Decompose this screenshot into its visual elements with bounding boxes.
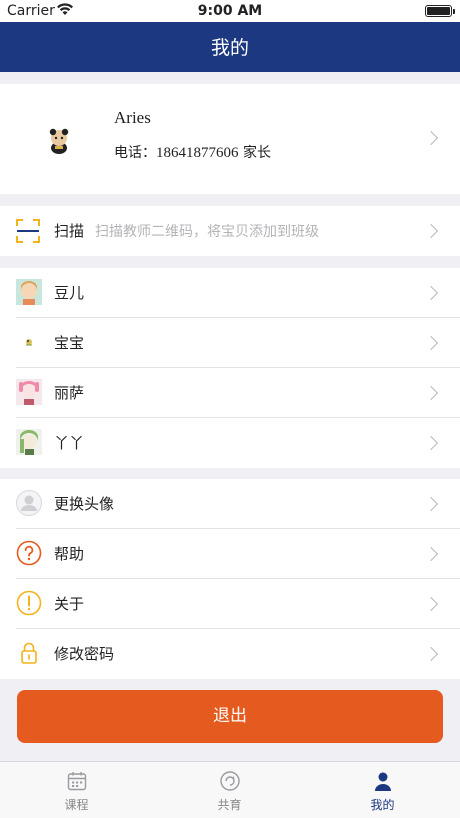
calendar-icon	[67, 772, 87, 791]
chevron-right-icon	[423, 546, 439, 562]
profile-phone: 电话：18641877606 家长	[114, 142, 271, 162]
scan-icon	[16, 219, 40, 243]
about-row[interactable]: 关于	[0, 579, 460, 629]
settings-label: 关于	[54, 595, 85, 613]
tab-mine[interactable]: 我的	[306, 762, 459, 818]
person-icon	[375, 772, 391, 791]
child-avatar	[16, 429, 42, 455]
user-avatar-icon	[16, 490, 42, 516]
status-bar: Carrier 9:00 AM	[0, 0, 460, 22]
nav-bar: 我的	[0, 22, 460, 72]
profile-avatar	[49, 128, 69, 154]
chevron-right-icon	[423, 130, 439, 146]
phone-number: 18641877606	[156, 145, 239, 161]
help-row[interactable]: 帮助	[0, 529, 460, 579]
chevron-right-icon	[423, 223, 439, 239]
question-icon	[16, 540, 42, 566]
change-avatar-row[interactable]: 更换头像	[0, 479, 460, 529]
exclamation-icon	[16, 590, 42, 616]
tab-co-parenting[interactable]: 共育	[153, 762, 306, 818]
clock: 9:00 AM	[197, 3, 263, 19]
child-name: 豆儿	[54, 284, 85, 302]
child-avatar	[16, 279, 42, 305]
child-avatar	[16, 329, 42, 355]
battery-icon	[425, 5, 455, 17]
lock-icon	[21, 642, 37, 664]
page-title: 我的	[210, 37, 249, 59]
chevron-right-icon	[423, 385, 439, 401]
child-row[interactable]: 宝宝	[0, 318, 460, 368]
child-row[interactable]: 丫丫	[0, 418, 460, 468]
scan-row[interactable]: 扫描 扫描教师二维码，将宝贝添加到班级	[0, 206, 460, 256]
child-name: 宝宝	[54, 334, 85, 352]
tab-label: 共育	[217, 798, 242, 812]
child-name: 丫丫	[54, 434, 85, 452]
settings-label: 帮助	[54, 545, 85, 563]
child-avatar	[16, 379, 42, 405]
refresh-circle-icon	[220, 771, 240, 791]
profile-role: 家长	[238, 145, 271, 161]
tab-label: 课程	[64, 798, 89, 812]
tab-label: 我的	[370, 798, 395, 812]
child-name: 丽萨	[54, 384, 85, 402]
chevron-right-icon	[423, 596, 439, 612]
chevron-right-icon	[423, 285, 439, 301]
change-password-row[interactable]: 修改密码	[0, 629, 460, 679]
tab-courses[interactable]: 课程	[0, 762, 153, 818]
phone-label: 电话：	[114, 145, 156, 161]
settings-label: 更换头像	[54, 495, 115, 513]
profile-name: Aries	[114, 108, 151, 127]
profile-card[interactable]: Aries 电话：18641877606 家长	[0, 84, 460, 194]
tab-bar: 课程 共育 我的	[0, 761, 460, 818]
chevron-right-icon	[423, 646, 439, 662]
logout-button[interactable]: 退出	[17, 690, 443, 743]
scan-label: 扫描	[54, 222, 85, 240]
chevron-right-icon	[423, 335, 439, 351]
scan-hint: 扫描教师二维码，将宝贝添加到班级	[95, 224, 319, 240]
child-row[interactable]: 丽萨	[0, 368, 460, 418]
chevron-right-icon	[423, 496, 439, 512]
chevron-right-icon	[423, 435, 439, 451]
child-row[interactable]: 豆儿	[0, 268, 460, 318]
settings-label: 修改密码	[54, 645, 115, 663]
